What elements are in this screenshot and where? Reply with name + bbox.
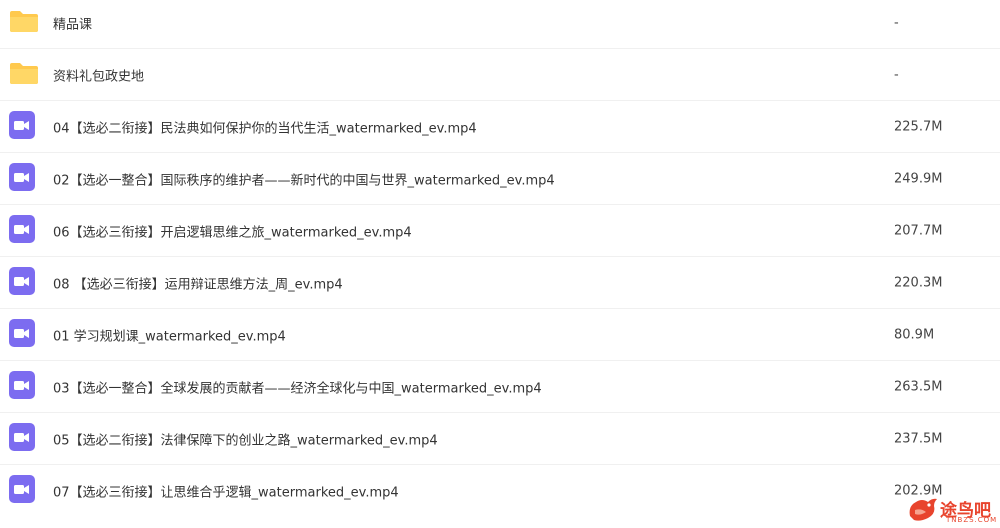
file-name[interactable]: 08 【选必三衔接】运用辩证思维方法_周_ev.mp4 xyxy=(53,273,343,292)
video-file-icon xyxy=(9,422,35,455)
file-size: 220.3M xyxy=(894,275,943,290)
video-file-icon xyxy=(9,370,35,403)
file-row[interactable]: 07【选必三衔接】让思维合乎逻辑_watermarked_ev.mp4 202.… xyxy=(0,465,1000,517)
site-watermark: 途鸟吧 TNBZS.COM xyxy=(906,494,996,526)
video-file-icon xyxy=(9,475,35,507)
file-name[interactable]: 精品课 xyxy=(53,13,92,32)
folder-icon xyxy=(9,61,39,89)
video-file-icon xyxy=(9,162,35,195)
file-size: 263.5M xyxy=(894,379,943,394)
file-name[interactable]: 06【选必三衔接】开启逻辑思维之旅_watermarked_ev.mp4 xyxy=(53,221,412,240)
file-name[interactable]: 03【选必一整合】全球发展的贡献者——经济全球化与中国_watermarked_… xyxy=(53,377,542,396)
video-file-icon xyxy=(9,110,35,143)
video-file-icon xyxy=(9,214,35,247)
video-file-icon xyxy=(9,266,35,299)
file-row[interactable]: 03【选必一整合】全球发展的贡献者——经济全球化与中国_watermarked_… xyxy=(0,361,1000,413)
file-row[interactable]: 01 学习规划课_watermarked_ev.mp4 80.9M xyxy=(0,309,1000,361)
file-row[interactable]: 06【选必三衔接】开启逻辑思维之旅_watermarked_ev.mp4 207… xyxy=(0,205,1000,257)
file-row[interactable]: 精品课 - xyxy=(0,0,1000,49)
video-file-icon xyxy=(9,318,35,351)
watermark-subtext: TNBZS.COM xyxy=(946,516,998,524)
file-size: - xyxy=(894,67,899,82)
file-size: 80.9M xyxy=(894,327,935,342)
file-row[interactable]: 08 【选必三衔接】运用辩证思维方法_周_ev.mp4 220.3M xyxy=(0,257,1000,309)
file-row[interactable]: 05【选必二衔接】法律保障下的创业之路_watermarked_ev.mp4 2… xyxy=(0,413,1000,465)
file-name[interactable]: 05【选必二衔接】法律保障下的创业之路_watermarked_ev.mp4 xyxy=(53,429,438,448)
file-name[interactable]: 07【选必三衔接】让思维合乎逻辑_watermarked_ev.mp4 xyxy=(53,482,399,501)
file-name[interactable]: 资料礼包政史地 xyxy=(53,65,144,84)
file-list: 精品课 - 资料礼包政史地 - 04【选必二衔接】民法典如何保护你的当代生活_w… xyxy=(0,0,1000,528)
file-name[interactable]: 02【选必一整合】国际秩序的维护者——新时代的中国与世界_watermarked… xyxy=(53,169,555,188)
folder-icon xyxy=(9,9,39,37)
file-size: 237.5M xyxy=(894,431,943,446)
file-row[interactable]: 02【选必一整合】国际秩序的维护者——新时代的中国与世界_watermarked… xyxy=(0,153,1000,205)
file-size: 249.9M xyxy=(894,171,943,186)
file-row[interactable]: 04【选必二衔接】民法典如何保护你的当代生活_watermarked_ev.mp… xyxy=(0,101,1000,153)
file-name[interactable]: 04【选必二衔接】民法典如何保护你的当代生活_watermarked_ev.mp… xyxy=(53,117,477,136)
bird-logo-icon xyxy=(909,498,937,521)
file-size: - xyxy=(894,15,899,30)
file-size: 225.7M xyxy=(894,119,943,134)
file-size: 207.7M xyxy=(894,223,943,238)
file-name[interactable]: 01 学习规划课_watermarked_ev.mp4 xyxy=(53,325,286,344)
file-row[interactable]: 资料礼包政史地 - xyxy=(0,49,1000,101)
